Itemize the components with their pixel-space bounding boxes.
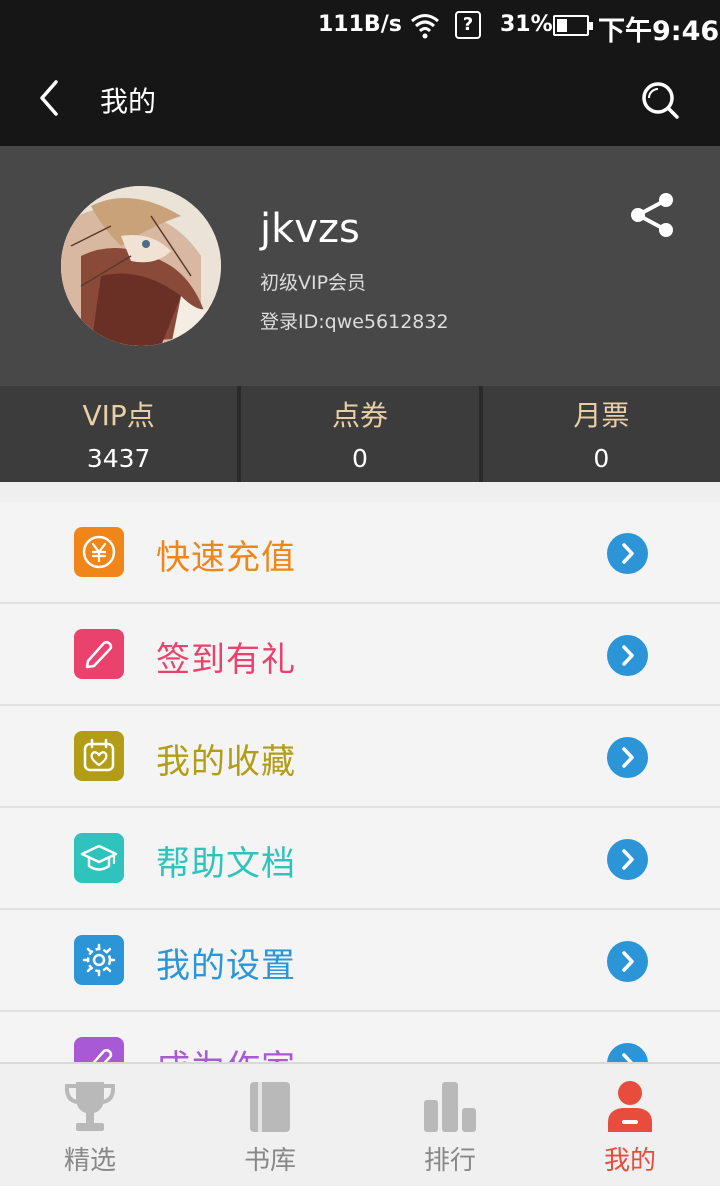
tab-label: 我的: [603, 1146, 656, 1176]
chevron-right-icon: [607, 839, 648, 880]
chevron-left-icon[interactable]: [30, 76, 70, 120]
share-icon[interactable]: [628, 190, 676, 240]
bar-chart-icon: [424, 1082, 476, 1132]
menu-list: 快速充值 签到有礼 我的收藏 帮助文档 我的设置: [0, 502, 720, 1062]
menu-item-help[interactable]: 帮助文档: [0, 808, 720, 910]
yen-coin-icon: [74, 527, 124, 577]
profile-header: jkvzs 初级VIP会员 登录ID:qwe5612832: [0, 146, 720, 386]
status-bar: 111B/s ? 31% 下午9:46: [0, 0, 720, 50]
chevron-right-icon: [607, 635, 648, 676]
stat-label: 月票: [573, 399, 630, 432]
graduation-cap-icon: [74, 833, 124, 883]
edit-icon: [74, 1037, 124, 1062]
menu-item-label: 签到有礼: [156, 640, 296, 680]
stat-label: VIP点: [82, 399, 155, 432]
menu-item-label: 我的设置: [156, 946, 296, 986]
login-id: 登录ID:qwe5612832: [260, 311, 449, 333]
menu-item-label: 快速充值: [156, 538, 296, 578]
menu-item-label: 我的收藏: [156, 742, 296, 782]
bottom-tab-bar: 精选 书库 排行 我的: [0, 1062, 720, 1186]
stat-label: 点券: [331, 399, 388, 432]
stat-value: 0: [352, 444, 368, 473]
network-speed: 111B/s: [318, 12, 402, 37]
stat-monthly-tickets[interactable]: 月票 0: [478, 386, 720, 482]
tab-label: 精选: [63, 1146, 116, 1176]
stat-vip-points[interactable]: VIP点 3437: [0, 386, 237, 482]
account-stats: VIP点 3437 点券 0 月票 0: [0, 386, 720, 482]
member-level: 初级VIP会员: [260, 272, 367, 294]
book-icon: [250, 1082, 290, 1132]
stat-value: 3437: [86, 444, 151, 473]
wifi-icon: [411, 14, 439, 39]
username: jkvzs: [260, 206, 360, 252]
menu-item-settings[interactable]: 我的设置: [0, 910, 720, 1012]
menu-item-checkin[interactable]: 签到有礼: [0, 604, 720, 706]
page-title: 我的: [100, 85, 157, 118]
menu-item-label: 帮助文档: [156, 844, 296, 884]
user-icon: [608, 1081, 652, 1132]
battery-icon: [553, 15, 593, 36]
clock: 下午9:46: [598, 16, 720, 47]
chevron-right-icon: [607, 941, 648, 982]
avatar[interactable]: [61, 186, 221, 346]
tab-ranking[interactable]: 排行: [360, 1064, 540, 1186]
menu-item-label: 成为作家: [156, 1040, 296, 1062]
pencil-icon: [74, 629, 124, 679]
title-bar: 我的: [0, 50, 720, 146]
tab-featured[interactable]: 精选: [0, 1064, 180, 1186]
stat-value: 0: [593, 444, 610, 473]
gear-icon: [74, 935, 124, 985]
chevron-right-icon: [607, 1043, 648, 1062]
search-icon[interactable]: [636, 76, 684, 124]
menu-item-recharge[interactable]: 快速充值: [0, 502, 720, 604]
menu-item-become-author[interactable]: 成为作家: [0, 1012, 720, 1062]
chevron-right-icon: [607, 737, 648, 778]
stat-coupons[interactable]: 点券 0: [237, 386, 478, 482]
tab-label: 书库: [243, 1146, 296, 1176]
tab-label: 排行: [423, 1146, 476, 1176]
tab-mine[interactable]: 我的: [540, 1064, 720, 1186]
chevron-right-icon: [607, 533, 648, 574]
tab-library[interactable]: 书库: [180, 1064, 360, 1186]
menu-item-favorites[interactable]: 我的收藏: [0, 706, 720, 808]
battery-percent: 31%: [500, 12, 553, 37]
trophy-icon: [64, 1082, 116, 1131]
sim-icon: ?: [455, 11, 481, 39]
heart-box-icon: [74, 731, 124, 781]
